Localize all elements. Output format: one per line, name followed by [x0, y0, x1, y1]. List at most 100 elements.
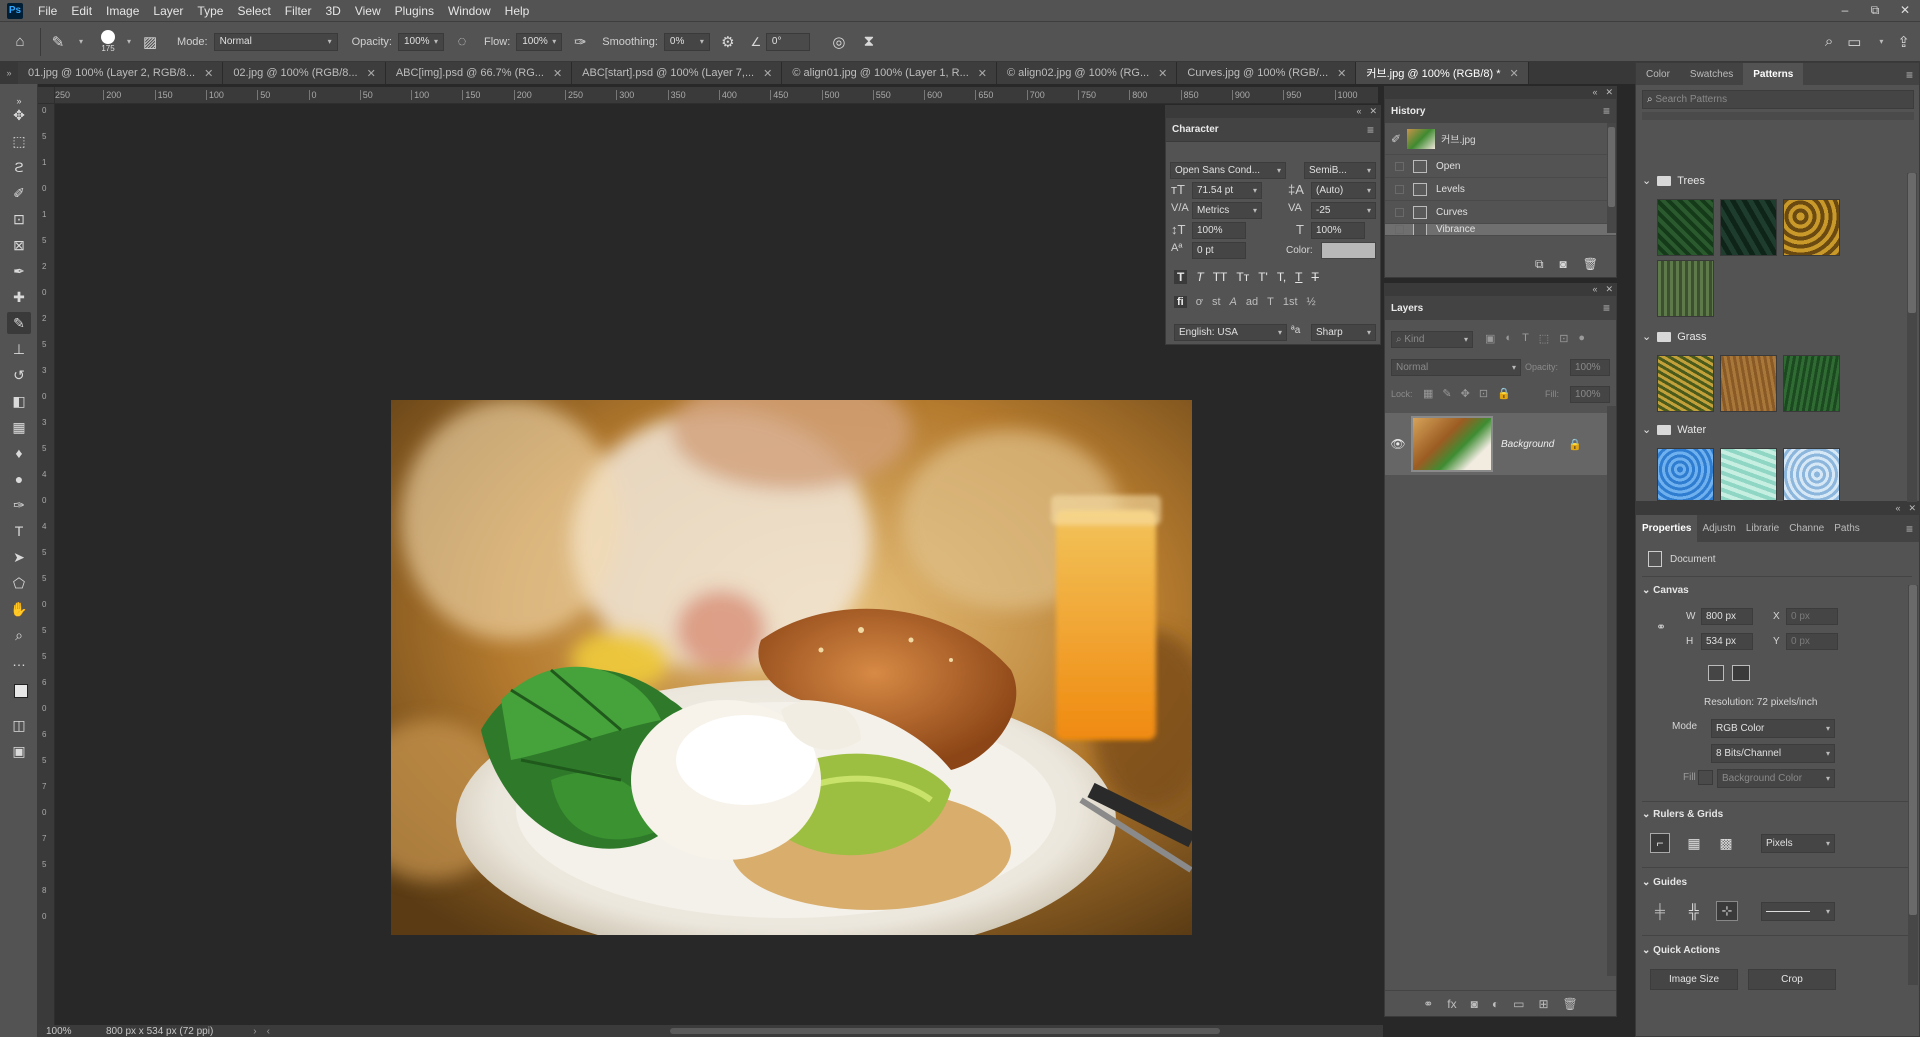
pressure-opacity-icon[interactable]: ◌ — [448, 33, 476, 50]
frame-tool-icon[interactable]: ⊠ — [7, 234, 31, 256]
eraser-tool-icon[interactable]: ◧ — [7, 390, 31, 412]
link-icon[interactable]: ⚭ — [1656, 620, 1666, 634]
camera-icon[interactable]: ◙ — [1560, 257, 1567, 271]
more-tools-icon[interactable]: … — [7, 650, 31, 672]
pattern-swatch[interactable] — [1657, 260, 1714, 317]
small-caps-button[interactable]: Tт — [1236, 270, 1249, 284]
layer-kind-filter[interactable]: ⌕ Kind ▾ — [1391, 331, 1473, 348]
image-size-button[interactable]: Image Size — [1650, 969, 1738, 990]
angle-field[interactable]: 0° — [765, 32, 810, 51]
dodge-tool-icon[interactable]: ● — [7, 468, 31, 490]
quick-mask-icon[interactable]: ◫ — [7, 714, 31, 736]
underline-button[interactable]: T — [1295, 270, 1302, 284]
language-select[interactable]: English: USA ▾ — [1174, 324, 1287, 341]
subscript-button[interactable]: T, — [1277, 270, 1286, 284]
brush-size-picker[interactable]: 175 — [93, 30, 123, 53]
opacity-field[interactable]: 100% ▾ — [397, 32, 444, 51]
eye-icon[interactable]: 👁 — [1385, 437, 1411, 451]
panel-menu-icon[interactable]: ≡ — [1367, 123, 1374, 137]
color-mode-select[interactable]: RGB Color ▾ — [1711, 719, 1835, 738]
type-tool-icon[interactable]: T — [7, 520, 31, 542]
new-layer-icon[interactable]: ⊞ — [1538, 997, 1548, 1011]
doc-tab[interactable]: 02.jpg @ 100% (RGB/8... ✕ — [223, 62, 386, 84]
filter-toggle-icon[interactable]: ● — [1578, 332, 1585, 345]
collapse-arrows-icon[interactable]: « — [1592, 284, 1597, 294]
fill-select[interactable]: Background Color ▾ — [1717, 769, 1835, 788]
type-filter-icon[interactable]: T — [1522, 332, 1529, 345]
close-icon[interactable]: ✕ — [1337, 67, 1346, 80]
layer-fill-field[interactable]: 100% — [1570, 386, 1610, 403]
chevron-down-icon[interactable]: ▾ — [79, 37, 83, 46]
smoothing-field[interactable]: 0% ▾ — [663, 32, 710, 51]
pattern-group-trees[interactable]: ⌄ Trees — [1642, 174, 1705, 188]
zoom-level[interactable]: 100% — [46, 1026, 96, 1037]
canvas-section-header[interactable]: ⌄ Canvas — [1642, 585, 1689, 596]
smart-object-filter-icon[interactable]: ⊡ — [1559, 332, 1568, 345]
menu-plugins[interactable]: Plugins — [388, 4, 441, 18]
history-scrollbar[interactable] — [1607, 123, 1616, 233]
quick-actions-section-header[interactable]: ⌄ Quick Actions — [1642, 945, 1720, 956]
history-brush-source-checkbox[interactable] — [1395, 225, 1404, 234]
pattern-swatch[interactable] — [1657, 199, 1714, 256]
pattern-swatch[interactable] — [1783, 448, 1840, 501]
history-item-selected[interactable]: Vibrance — [1385, 224, 1616, 236]
font-style-select[interactable]: SemiB... ▾ — [1304, 162, 1376, 179]
lasso-tool-icon[interactable]: ϩ — [7, 156, 31, 178]
lock-transparent-icon[interactable]: ▦ — [1423, 387, 1433, 400]
vertical-scale-field[interactable]: 100% — [1192, 222, 1246, 239]
swash-button[interactable]: A — [1230, 296, 1237, 308]
rulers-section-header[interactable]: ⌄ Rulers & Grids — [1642, 809, 1723, 820]
pattern-swatch[interactable] — [1783, 355, 1840, 412]
close-icon[interactable]: ✕ — [1369, 106, 1377, 117]
antialias-select[interactable]: Sharp ▾ — [1311, 324, 1376, 341]
menu-3d[interactable]: 3D — [318, 4, 347, 18]
link-icon[interactable]: ⚭ — [1423, 997, 1433, 1011]
menu-filter[interactable]: Filter — [278, 4, 319, 18]
panel-menu-icon[interactable]: ≡ — [1906, 68, 1913, 85]
kerning-field[interactable]: Metrics ▾ — [1192, 202, 1262, 219]
tab-channels[interactable]: Channe — [1784, 515, 1829, 542]
menu-window[interactable]: Window — [441, 4, 498, 18]
faux-bold-button[interactable]: T — [1174, 270, 1188, 284]
tab-color[interactable]: Color — [1636, 63, 1680, 85]
history-brush-source-checkbox[interactable] — [1395, 207, 1404, 217]
canvas-x-field[interactable]: 0 px — [1786, 608, 1838, 625]
menu-layer[interactable]: Layer — [146, 4, 190, 18]
tab-adjustments[interactable]: Adjustn — [1697, 515, 1740, 542]
canvas-width-field[interactable]: 800 px — [1701, 608, 1753, 625]
new-guide-layout-icon[interactable]: ╬ — [1684, 901, 1704, 921]
text-color-swatch[interactable] — [1321, 242, 1376, 259]
landscape-orientation-icon[interactable] — [1732, 665, 1750, 681]
doc-tab[interactable]: ABC[start].psd @ 100% (Layer 7,... ✕ — [572, 62, 783, 84]
gear-icon[interactable]: ⚙ — [714, 33, 742, 51]
fractions-button[interactable]: ½ — [1307, 296, 1316, 308]
guide-layout-icon[interactable]: ╪ — [1650, 901, 1670, 921]
trash-icon[interactable]: 🗑 — [1563, 997, 1578, 1011]
close-icon[interactable]: ✕ — [1908, 503, 1916, 514]
workspace-icon[interactable]: ▭ — [1847, 33, 1861, 51]
blend-mode-select[interactable]: Normal ▾ — [1391, 359, 1521, 376]
titling-alternates-button[interactable]: ad — [1246, 296, 1258, 308]
marquee-tool-icon[interactable]: ⬚ — [7, 130, 31, 152]
fx-icon[interactable]: fx — [1447, 997, 1456, 1011]
close-icon[interactable]: ✕ — [763, 67, 772, 80]
path-select-tool-icon[interactable]: ➤ — [7, 546, 31, 568]
close-icon[interactable]: ✕ — [553, 67, 562, 80]
menu-file[interactable]: File — [31, 4, 64, 18]
pen-tool-icon[interactable]: ✑ — [7, 494, 31, 516]
history-item[interactable]: Curves — [1385, 201, 1616, 224]
shape-tool-icon[interactable]: ⬠ — [7, 572, 31, 594]
gradient-tool-icon[interactable]: ▦ — [7, 416, 31, 438]
collapse-arrows-icon[interactable]: « — [1356, 106, 1361, 116]
airbrush-icon[interactable]: ✑ — [566, 33, 594, 51]
menu-help[interactable]: Help — [498, 4, 537, 18]
stylistic-alternates-button[interactable]: st — [1212, 296, 1221, 308]
history-item[interactable]: Open — [1385, 155, 1616, 178]
pattern-swatch[interactable] — [1657, 355, 1714, 412]
ligatures-button[interactable]: fi — [1174, 296, 1187, 308]
history-brush-tool-icon[interactable]: ↺ — [7, 364, 31, 386]
faux-italic-button[interactable]: T — [1196, 270, 1203, 284]
eyedropper-tool-icon[interactable]: ✒ — [7, 260, 31, 282]
home-icon[interactable]: ⌂ — [0, 33, 40, 50]
close-icon[interactable]: ✕ — [1605, 87, 1613, 98]
